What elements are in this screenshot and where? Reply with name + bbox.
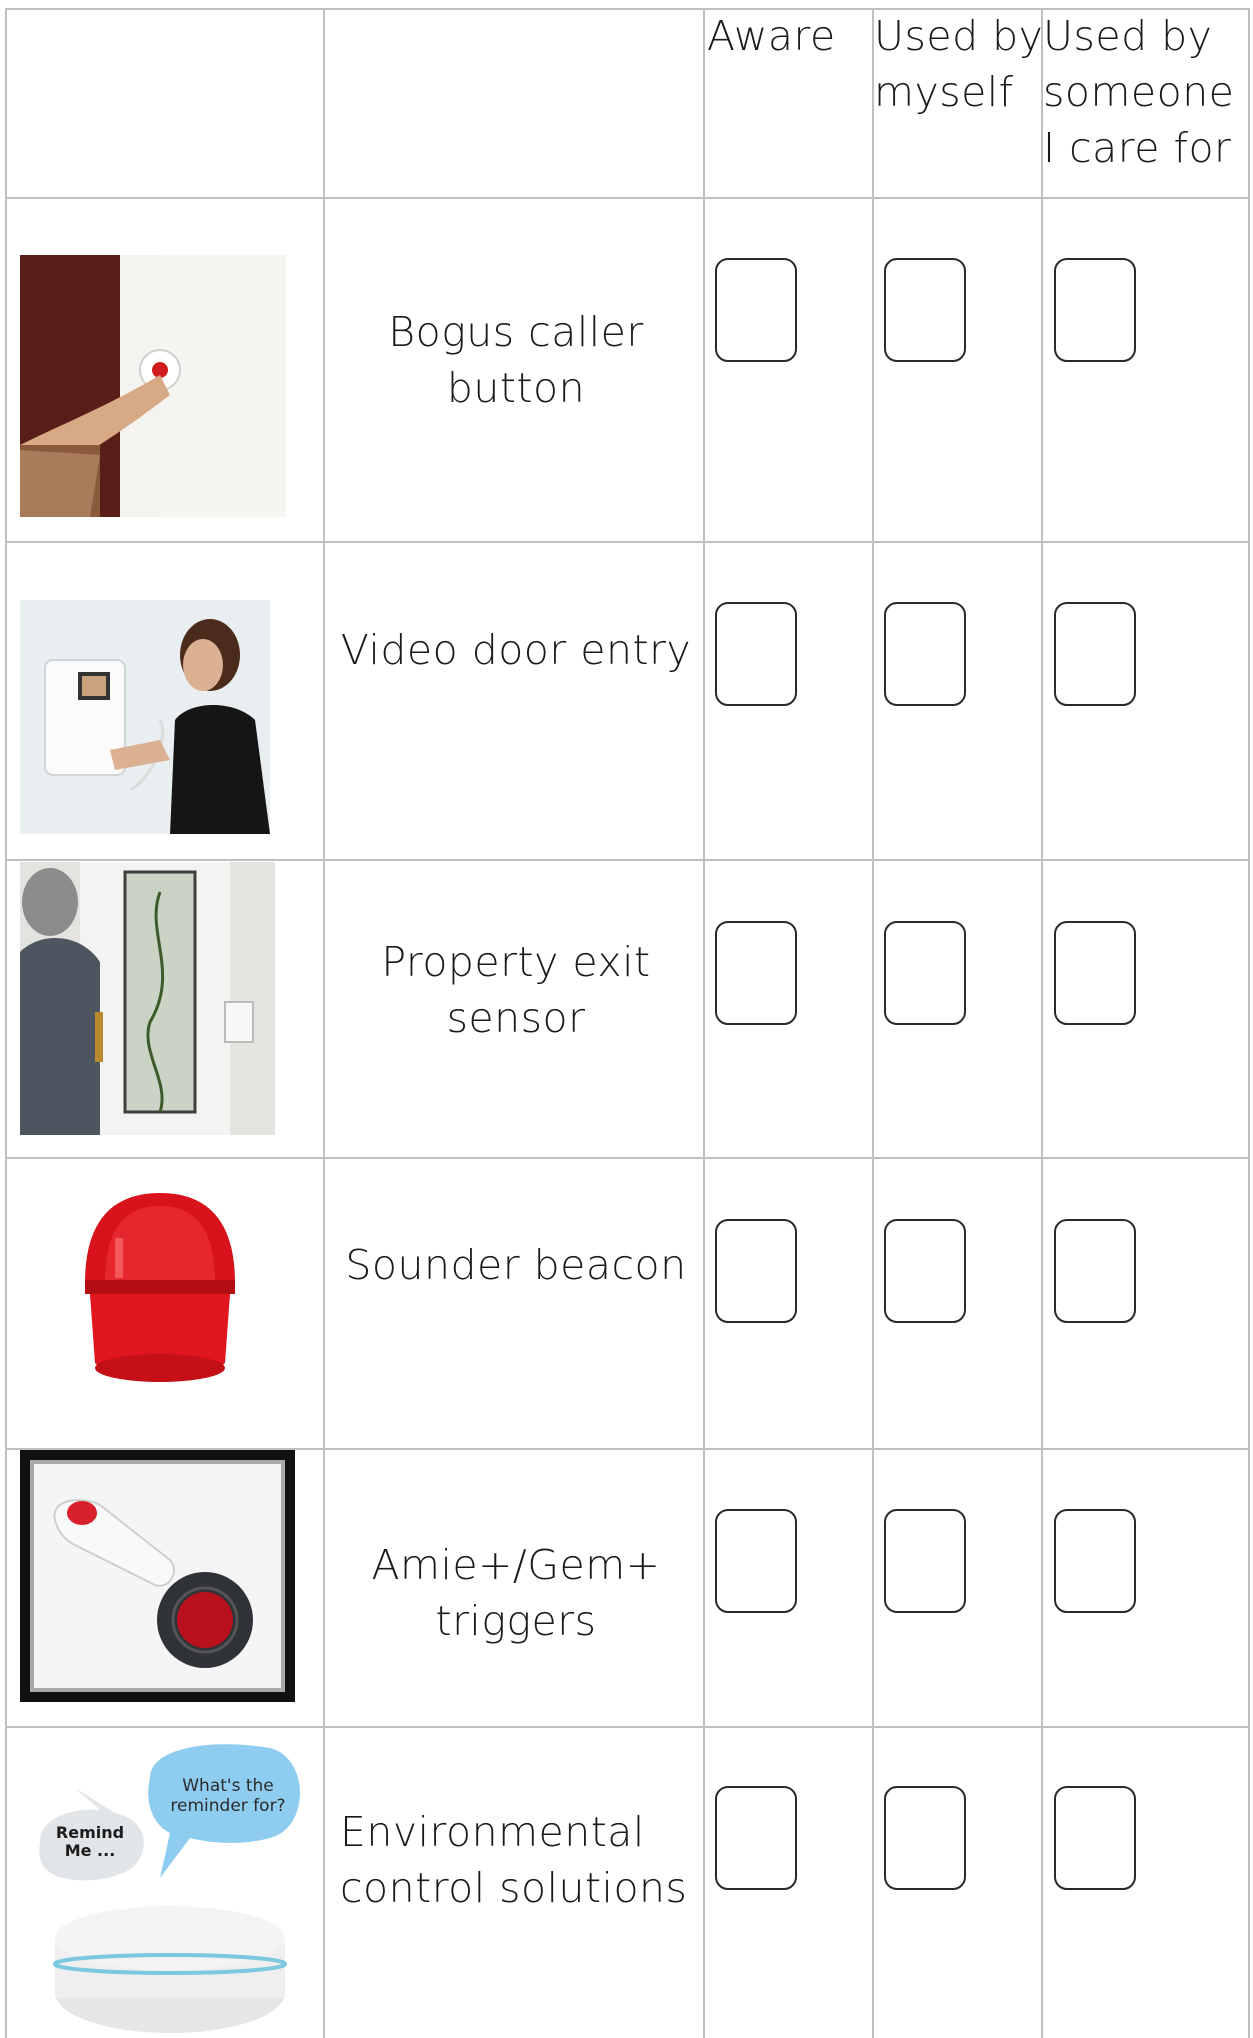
checkbox-used-by-someone-i-care-for[interactable] <box>1054 602 1136 706</box>
row-label-property-exit-sensor: Property exit sensor <box>381 938 651 1042</box>
checkbox-used-by-myself[interactable] <box>884 1219 966 1323</box>
grid-line <box>1248 8 1250 2038</box>
checkbox-aware[interactable] <box>715 921 797 1025</box>
grid-line <box>5 1726 1250 1728</box>
grid-line <box>1041 8 1043 2038</box>
grid-line <box>323 8 325 2038</box>
grid-line <box>5 1157 1250 1159</box>
checkbox-used-by-myself[interactable] <box>884 258 966 362</box>
header-used-by-someone-i-care-for: Used by someone I care for <box>1043 12 1235 172</box>
checkbox-aware[interactable] <box>715 1786 797 1890</box>
row-label-bogus-caller-button: Bogus caller button <box>388 308 644 412</box>
checkbox-aware[interactable] <box>715 1219 797 1323</box>
row-label-sounder-beacon: Sounder beacon <box>345 1241 687 1289</box>
sounder-beacon-photo <box>75 1188 245 1388</box>
checkbox-used-by-someone-i-care-for[interactable] <box>1054 1786 1136 1890</box>
header-aware: Aware <box>707 12 836 60</box>
checkbox-aware[interactable] <box>715 602 797 706</box>
grid-line <box>5 541 1250 543</box>
row-label-video-door-entry: Video door entry <box>340 626 692 674</box>
speech-bubble-remind: Remind Me ... <box>55 1823 125 1860</box>
header-used-by-myself: Used by myself <box>874 12 1044 116</box>
checkbox-used-by-someone-i-care-for[interactable] <box>1054 1219 1136 1323</box>
checkbox-used-by-someone-i-care-for[interactable] <box>1054 1509 1136 1613</box>
amie-gem-triggers-photo <box>20 1450 295 1702</box>
checkbox-used-by-myself[interactable] <box>884 921 966 1025</box>
row-label-amie-gem-triggers: Amie+/Gem+ triggers <box>371 1541 661 1645</box>
checkbox-used-by-myself[interactable] <box>884 602 966 706</box>
grid-line <box>5 197 1250 199</box>
video-door-entry-photo <box>20 600 270 834</box>
grid-line <box>5 859 1250 861</box>
checkbox-aware[interactable] <box>715 258 797 362</box>
checkbox-used-by-someone-i-care-for[interactable] <box>1054 258 1136 362</box>
speech-bubble-question: What's the reminder for? <box>170 1776 286 1816</box>
row-label-environmental-control-solutions: Environmental control solutions <box>340 1808 688 1912</box>
checkbox-used-by-myself[interactable] <box>884 1786 966 1890</box>
grid-line <box>872 8 874 2038</box>
bogus-caller-button-photo <box>20 255 286 517</box>
checkbox-used-by-myself[interactable] <box>884 1509 966 1613</box>
property-exit-sensor-photo <box>20 862 275 1135</box>
grid-line <box>5 8 7 2038</box>
checkbox-aware[interactable] <box>715 1509 797 1613</box>
checkbox-used-by-someone-i-care-for[interactable] <box>1054 921 1136 1025</box>
